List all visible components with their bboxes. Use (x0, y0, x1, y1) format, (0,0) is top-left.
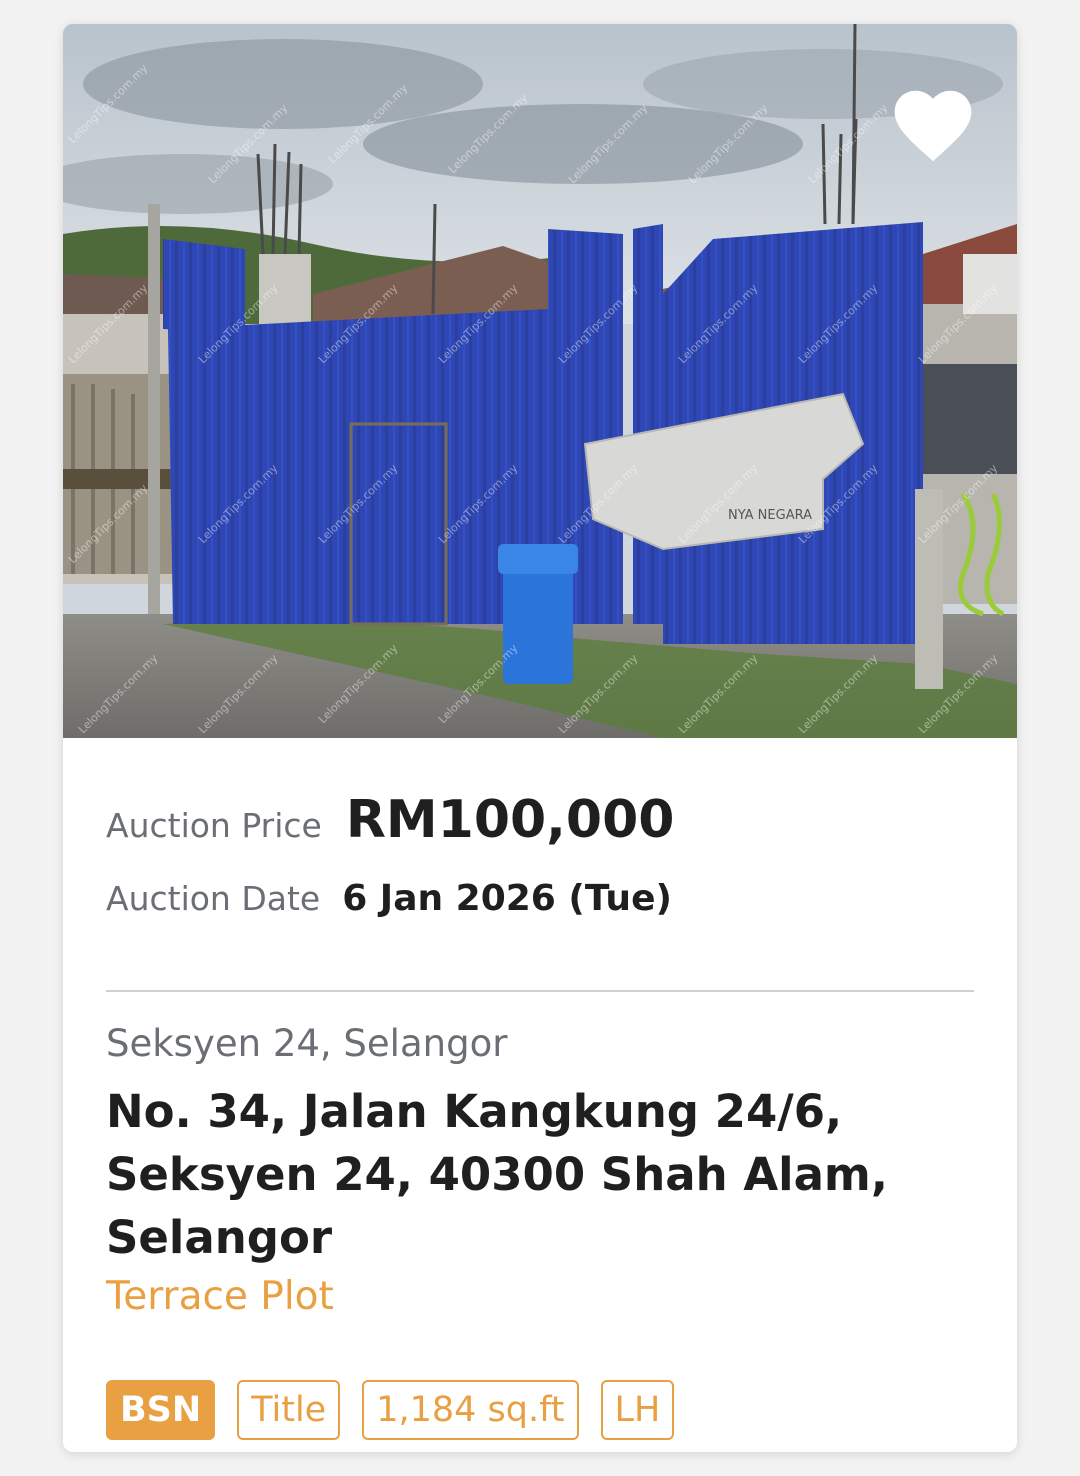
bank-tag: BSN (106, 1380, 216, 1440)
property-tags: BSN Title 1,184 sq.ft LH (106, 1380, 675, 1440)
property-address[interactable]: No. 34, Jalan Kangkung 24/6, Seksyen 24,… (106, 1080, 956, 1269)
favorite-button[interactable] (887, 80, 979, 172)
auction-price-label: Auction Price (106, 806, 322, 845)
property-photo[interactable]: NYA NEGARA LelongTips.com.my LelongTips.… (63, 24, 1017, 738)
tenure-tag: LH (600, 1380, 675, 1440)
auction-date-value: 6 Jan 2026 (Tue) (342, 878, 672, 919)
listing-card[interactable]: NYA NEGARA LelongTips.com.my LelongTips.… (63, 24, 1017, 1452)
auction-price-row: Auction Price RM100,000 (106, 790, 674, 850)
title-tag: Title (237, 1380, 341, 1440)
divider (106, 990, 974, 992)
svg-text:NYA NEGARA: NYA NEGARA (728, 508, 812, 523)
size-tag: 1,184 sq.ft (362, 1380, 579, 1440)
auction-date-row: Auction Date 6 Jan 2026 (Tue) (106, 878, 672, 919)
heart-icon (894, 90, 972, 162)
property-area: Seksyen 24, Selangor (106, 1022, 508, 1065)
auction-date-label: Auction Date (106, 879, 321, 918)
auction-price-value: RM100,000 (345, 790, 675, 850)
property-type: Terrace Plot (106, 1274, 334, 1319)
property-photo-illustration: NYA NEGARA LelongTips.com.my LelongTips.… (63, 24, 1017, 738)
